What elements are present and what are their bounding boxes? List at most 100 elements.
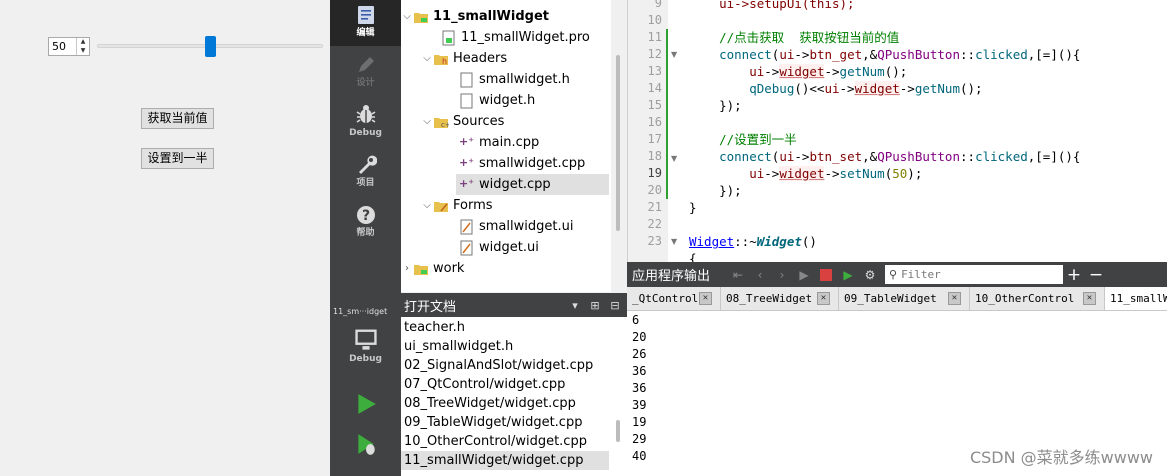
- chevron-right-icon[interactable]: ›: [401, 263, 413, 274]
- screen: 50 ▲ ▼ 获取当前值 设置到一半 编辑 设计 Debug 项目 ? 帮助 1…: [0, 0, 1167, 476]
- mode-projects-label: 项目: [356, 178, 375, 188]
- close-icon[interactable]: ✕: [948, 292, 961, 305]
- split-icon[interactable]: ⊞: [587, 299, 603, 312]
- code-line: });: [689, 98, 742, 113]
- spinbox-value[interactable]: 50: [49, 38, 76, 55]
- qt-project-folder-icon: [414, 12, 428, 23]
- tab-smallwidget[interactable]: 11_smallW: [1105, 287, 1167, 310]
- mode-design[interactable]: 设计: [330, 50, 401, 96]
- code-line: {: [689, 251, 697, 262]
- output-line: 19: [632, 415, 647, 429]
- tab-tablewidget[interactable]: 09_TableWidget ✕: [839, 287, 970, 310]
- run-button[interactable]: [330, 388, 401, 422]
- code-comment: //设置到一半: [689, 132, 797, 147]
- list-item[interactable]: 11_smallWidget/widget.cpp: [401, 451, 609, 470]
- svg-text:c++: c++: [441, 121, 449, 129]
- mode-help[interactable]: ? 帮助: [330, 200, 401, 246]
- code-line: qDebug()<<ui->widget->getNum();: [689, 81, 983, 96]
- tree-item-project[interactable]: ⌵ 11_smallWidget: [401, 6, 609, 27]
- tree-item-label: widget.ui: [479, 240, 539, 255]
- tree-item-smallwidget-ui[interactable]: smallwidget.ui: [459, 216, 609, 237]
- tree-item-smallwidget-cpp[interactable]: +⁺ smallwidget.cpp: [459, 153, 609, 174]
- settings-gear-icon[interactable]: ⚙: [859, 268, 881, 282]
- tab-othercontrol[interactable]: 10_OtherControl ✕: [970, 287, 1105, 310]
- run-icon: [357, 394, 376, 414]
- line-number: 17: [647, 132, 662, 146]
- stop-icon[interactable]: [820, 268, 832, 281]
- list-item[interactable]: 10_OtherControl/widget.cpp: [401, 432, 609, 451]
- close-icon[interactable]: ✕: [817, 292, 830, 305]
- tree-item-pro-file[interactable]: 11_smallWidget.pro: [441, 27, 609, 48]
- output-line: 20: [632, 330, 647, 344]
- cpp-file-icon: +⁺: [459, 155, 475, 169]
- code-editor[interactable]: 9 10 11 12 13 14 15 16 17 18 19 20 21 22…: [627, 0, 1167, 262]
- slider-handle[interactable]: [205, 36, 216, 57]
- open-documents-scrollbar[interactable]: [616, 420, 620, 442]
- tree-item-smallwidget-h[interactable]: smallwidget.h: [459, 69, 609, 90]
- tab-label: 08_TreeWidget: [726, 292, 813, 305]
- output-filter-input[interactable]: ⚲ Filter: [885, 265, 1063, 284]
- tree-item-widget-h[interactable]: widget.h: [459, 90, 609, 111]
- list-item[interactable]: 02_SignalAndSlot/widget.cpp: [401, 356, 609, 375]
- tree-item-widget-ui[interactable]: widget.ui: [459, 237, 609, 258]
- line-number: 11: [647, 30, 662, 44]
- tree-item-sources[interactable]: ⌵ c++ Sources: [421, 111, 609, 132]
- project-tree-scrollbar[interactable]: [616, 55, 620, 231]
- code-line: connect(ui->btn_set,&QPushButton::clicke…: [689, 149, 1081, 164]
- pro-file-icon: [442, 30, 455, 45]
- tree-item-widget-cpp[interactable]: +⁺ widget.cpp: [456, 174, 609, 195]
- add-icon[interactable]: +: [1063, 265, 1085, 285]
- list-item[interactable]: 07_QtControl/widget.cpp: [401, 375, 609, 394]
- close-pane-icon[interactable]: ⊟: [607, 299, 623, 312]
- close-icon[interactable]: ✕: [699, 292, 712, 305]
- tree-item-main-cpp[interactable]: +⁺ main.cpp: [459, 132, 609, 153]
- minimize-icon[interactable]: −: [1085, 265, 1107, 285]
- mode-edit[interactable]: 编辑: [330, 0, 401, 46]
- fold-marker-icon[interactable]: ▼: [671, 154, 677, 163]
- next-icon[interactable]: ›: [771, 268, 793, 282]
- fold-marker-icon[interactable]: ▼: [671, 50, 677, 59]
- spin-down-icon[interactable]: ▼: [77, 47, 89, 56]
- open-documents-header: 打开文档 ▾ ⊞ ⊟: [401, 293, 627, 317]
- rerun-icon[interactable]: ▶: [793, 268, 815, 282]
- run-debug-icon[interactable]: ▶: [837, 268, 859, 282]
- open-documents-title: 打开文档: [404, 299, 457, 315]
- chevron-down-icon[interactable]: ⌵: [421, 200, 433, 211]
- chevron-down-icon[interactable]: ▾: [567, 299, 583, 312]
- tree-item-label: widget.h: [479, 93, 536, 108]
- list-item[interactable]: ui_smallwidget.h: [401, 337, 609, 356]
- attach-icon[interactable]: ⇤: [727, 268, 749, 282]
- tab-label: 10_OtherControl: [975, 292, 1075, 305]
- list-item[interactable]: 08_TreeWidget/widget.cpp: [401, 394, 609, 413]
- set-half-button[interactable]: 设置到一半: [141, 148, 214, 169]
- chevron-down-icon[interactable]: ⌵: [421, 53, 433, 64]
- tab-label: _QtControl: [632, 292, 699, 305]
- close-icon[interactable]: ✕: [1083, 292, 1096, 305]
- get-value-button[interactable]: 获取当前值: [141, 108, 214, 129]
- tree-item-work[interactable]: › work: [401, 258, 609, 279]
- tab-treewidget[interactable]: 08_TreeWidget ✕: [721, 287, 839, 310]
- kit-selector[interactable]: Debug: [330, 322, 401, 368]
- mode-projects[interactable]: 项目: [330, 150, 401, 196]
- debug-run-button[interactable]: [330, 428, 401, 462]
- line-number: 21: [647, 200, 662, 214]
- tree-item-headers[interactable]: ⌵ h Headers: [421, 48, 609, 69]
- spin-up-icon[interactable]: ▲: [77, 38, 89, 47]
- fold-marker-icon[interactable]: ▼: [671, 237, 677, 246]
- search-icon: ⚲: [889, 268, 898, 281]
- output-line: 29: [632, 432, 647, 446]
- tree-item-label: 11_smallWidget.pro: [461, 30, 590, 45]
- line-number: 22: [647, 217, 662, 231]
- chevron-down-icon[interactable]: ⌵: [401, 11, 413, 22]
- mode-debug[interactable]: Debug: [330, 100, 401, 146]
- kit-selector-label: 11_sm···idget: [333, 307, 388, 316]
- tab-qtcontrol[interactable]: _QtControl ✕: [627, 287, 721, 310]
- open-documents-list: teacher.h ui_smallwidget.h 02_SignalAndS…: [401, 317, 627, 476]
- list-item[interactable]: 09_TableWidget/widget.cpp: [401, 413, 609, 432]
- chevron-down-icon[interactable]: ⌵: [421, 116, 433, 127]
- svg-text:h: h: [442, 57, 447, 66]
- list-item[interactable]: teacher.h: [401, 318, 609, 337]
- value-spinbox[interactable]: 50 ▲ ▼: [48, 37, 90, 56]
- tree-item-forms[interactable]: ⌵ Forms: [421, 195, 609, 216]
- previous-icon[interactable]: ‹: [749, 268, 771, 282]
